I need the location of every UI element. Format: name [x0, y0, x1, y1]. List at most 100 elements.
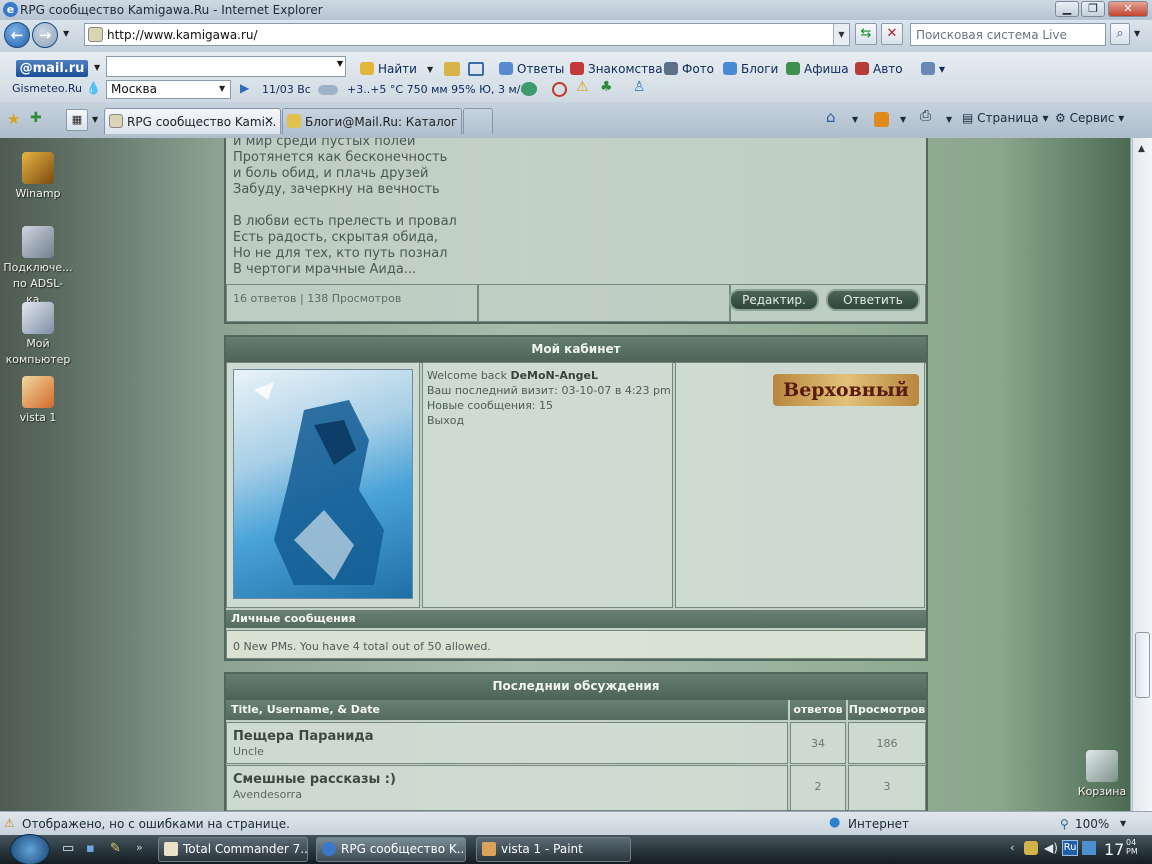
print-icon[interactable]: ⎙ [920, 108, 931, 124]
address-input[interactable]: http://www.kamigawa.ru/ ▼ [84, 23, 850, 46]
rss-icon[interactable] [874, 112, 889, 127]
highlight-icon[interactable] [444, 62, 460, 76]
clock-hour[interactable]: 17 [1104, 840, 1124, 859]
taskbar-total-commander[interactable]: Total Commander 7.... [158, 837, 308, 862]
tab-close-icon[interactable]: ✕ [264, 114, 274, 128]
home-dropdown-icon[interactable]: ▼ [852, 115, 858, 124]
answers-link[interactable]: Ответы [499, 62, 564, 76]
city-dropdown-icon[interactable]: ▼ [219, 84, 225, 93]
weather-globe-icon[interactable] [521, 82, 537, 96]
clock-minutes[interactable]: 04 PM [1126, 838, 1142, 856]
mailru-logo[interactable]: @mail.ru [16, 60, 88, 77]
language-indicator[interactable]: Ru [1062, 840, 1078, 856]
tab-blogs[interactable]: Блоги@Mail.Ru: Каталог с... [282, 108, 462, 134]
toolbar-options-button[interactable]: ▾ [921, 62, 945, 76]
dating-link[interactable]: Знакомства [570, 62, 663, 76]
logout-link[interactable]: Выход [427, 413, 671, 428]
mailru-search-dropdown-icon[interactable]: ▼ [337, 59, 343, 68]
save-icon[interactable]: ▪ [86, 841, 95, 856]
tab-list-dropdown-icon[interactable]: ▼ [92, 115, 98, 124]
address-dropdown-icon[interactable]: ▼ [833, 24, 849, 45]
quick-tabs-icon[interactable]: ▦ [66, 109, 88, 131]
page-menu[interactable]: ▤ Страница ▾ [962, 111, 1049, 125]
new-tab-button[interactable] [463, 108, 493, 134]
warning-icon[interactable]: ⚠ [576, 79, 589, 95]
scrollbar-thumb[interactable] [1135, 632, 1150, 698]
history-dropdown-icon[interactable]: ▼ [63, 29, 69, 38]
lifebuoy-icon[interactable] [552, 82, 567, 97]
pm-header: Личные сообщения [226, 610, 926, 628]
welcome-line: Welcome back DeMoN-AngeL [427, 368, 671, 383]
minimize-button[interactable]: ▁ [1055, 1, 1079, 17]
weather-info: +3..+5 °C 750 мм 95% Ю, 3 м/с [347, 83, 527, 96]
desktop-icon-vista1[interactable]: vista 1 [6, 376, 70, 426]
search-input[interactable]: Поисковая система Live [910, 23, 1106, 46]
home-icon[interactable]: ⌂ [826, 108, 836, 126]
topic-author[interactable]: Avendesorra [233, 788, 302, 801]
new-messages-link[interactable]: Новые сообщения: 15 [427, 398, 671, 413]
scroll-up-icon[interactable]: ▲ [1138, 144, 1145, 154]
search-options-icon[interactable]: ▼ [1134, 29, 1140, 38]
tab-blogs-label: Блоги@Mail.Ru: Каталог с... [305, 115, 462, 129]
quicklaunch-more-icon[interactable]: » [136, 841, 143, 854]
show-desktop-icon[interactable]: ▭ [62, 841, 74, 856]
reply-button[interactable]: Ответить [826, 289, 920, 311]
find-dropdown-icon[interactable]: ▼ [427, 65, 433, 74]
username[interactable]: DeMoN-AngeL [510, 369, 598, 382]
close-button[interactable]: ✕ [1108, 1, 1148, 17]
user-info: Welcome back DeMoN-AngeL Ваш последний в… [427, 368, 671, 428]
stop-icon[interactable]: ✕ [881, 23, 903, 45]
topic-title-link[interactable]: Смешные рассказы :) [233, 772, 396, 787]
forward-button[interactable]: → [32, 22, 58, 48]
warning-status-icon[interactable]: ⚠ [4, 816, 15, 830]
quicklaunch-tool-icon[interactable]: ✎ [110, 841, 121, 856]
tray-network-icon[interactable] [1024, 841, 1038, 855]
taskbar-paint[interactable]: vista 1 - Paint [476, 837, 631, 862]
mailru-menu-icon[interactable]: ▼ [94, 63, 100, 72]
page-find-icon[interactable] [468, 62, 484, 76]
blogs-link[interactable]: Блоги [723, 62, 778, 76]
zoom-dropdown-icon[interactable]: ▼ [1120, 819, 1126, 828]
zoom-level[interactable]: 100% [1075, 817, 1109, 831]
print-dropdown-icon[interactable]: ▼ [946, 115, 952, 124]
winamp-label: Winamp [15, 187, 61, 200]
tray-expand-icon[interactable]: ‹ [1010, 841, 1014, 854]
edit-button[interactable]: Редактир. [729, 289, 819, 311]
title-bar[interactable]: e RPG сообщество Kamigawa.Ru - Internet … [0, 0, 1152, 20]
favorites-star-icon[interactable]: ★ [7, 110, 20, 128]
topic-title-link[interactable]: Пещера Паранида [233, 729, 374, 744]
city-select[interactable]: Москва [106, 80, 231, 99]
maximize-button[interactable]: ❐ [1081, 1, 1105, 17]
search-icon[interactable]: ⌕ [1110, 23, 1130, 45]
post-empty-cell [478, 284, 730, 322]
start-button[interactable] [10, 834, 50, 864]
palm-icon[interactable]: ♣ [600, 79, 613, 95]
add-favorites-icon[interactable]: ✚ [30, 110, 42, 126]
person-icon[interactable]: ♙ [633, 79, 646, 95]
post-text: и мир среди пустых полей Протянется как … [233, 138, 457, 277]
auto-link[interactable]: Авто [855, 62, 903, 76]
volume-icon[interactable]: ◀) [1044, 841, 1058, 855]
service-menu[interactable]: ⚙ Сервис ▾ [1055, 111, 1124, 125]
afisha-link[interactable]: Афиша [786, 62, 849, 76]
desktop-icon-winamp[interactable]: Winamp [6, 152, 70, 202]
find-button[interactable]: Найти [360, 62, 417, 76]
topic-author[interactable]: Uncle [233, 745, 264, 758]
refresh-icon[interactable]: ⇆ [855, 23, 877, 45]
play-icon[interactable]: ▶ [240, 81, 249, 95]
auto-label: Авто [873, 62, 903, 76]
desktop-icon-adsl[interactable]: Подключе... по ADSL-ка... [2, 226, 74, 308]
tab-bar: ★ ✚ ▦ ▼ RPG сообщество Kami... ✕ Блоги@M… [0, 102, 1152, 138]
tray-app-icon[interactable] [1082, 841, 1096, 855]
back-button[interactable]: ← [4, 22, 30, 48]
desktop-icon-my-computer[interactable]: Мой компьютер [4, 302, 72, 368]
photo-link[interactable]: Фото [664, 62, 714, 76]
vertical-scrollbar[interactable]: ▲ [1132, 138, 1152, 811]
mailru-search-input[interactable]: ▼ [106, 56, 346, 77]
rss-dropdown-icon[interactable]: ▼ [900, 115, 906, 124]
desktop-icon-recycle-bin[interactable]: Корзина [1070, 750, 1134, 800]
tab-kamigawa[interactable]: RPG сообщество Kami... ✕ [104, 108, 281, 134]
taskbar-ie[interactable]: RPG сообщество K... [316, 837, 466, 862]
gismeteo-link[interactable]: Gismeteo.Ru [12, 82, 82, 95]
rank-badge: Верховный [773, 374, 919, 406]
